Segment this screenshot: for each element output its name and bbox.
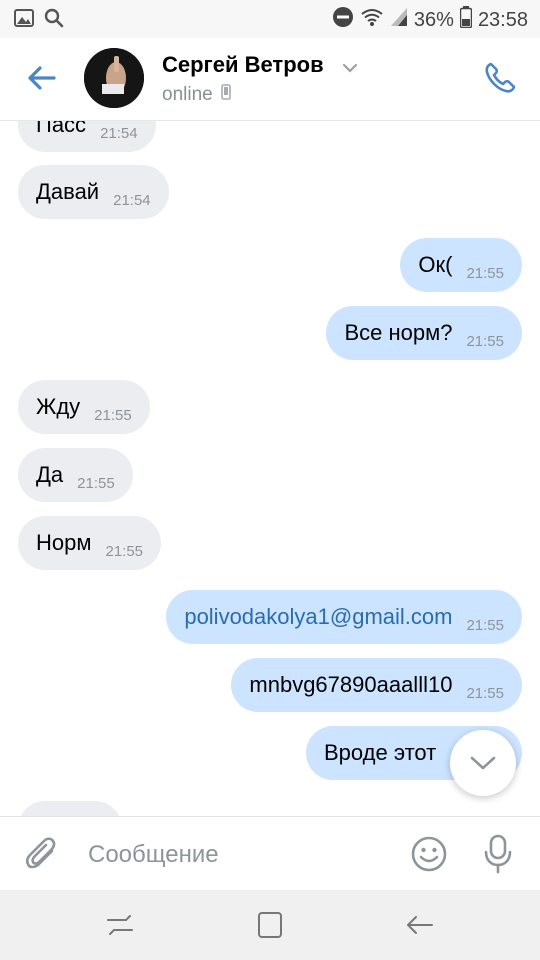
system-navigation-bar bbox=[0, 890, 540, 960]
voice-button[interactable] bbox=[482, 833, 514, 875]
back-nav-icon bbox=[407, 916, 433, 934]
message-time: 21:55 bbox=[466, 264, 504, 282]
message-bubble[interactable]: Пасс 21:54 bbox=[18, 121, 156, 152]
message-text: Ок( bbox=[418, 252, 453, 277]
do-not-disturb-icon bbox=[332, 6, 354, 34]
status-bar-right: 36% 23:58 bbox=[332, 6, 528, 34]
attach-icon bbox=[25, 837, 56, 869]
message-bubble[interactable] bbox=[18, 801, 122, 816]
emoji-button[interactable] bbox=[410, 835, 448, 873]
message-input[interactable] bbox=[86, 835, 390, 875]
phone-icon bbox=[485, 62, 516, 93]
message-bubble[interactable]: Норм 21:55 bbox=[18, 516, 162, 570]
attach-button[interactable] bbox=[24, 835, 60, 873]
message-bubble[interactable]: Давай 21:54 bbox=[18, 165, 169, 219]
back-nav-button[interactable] bbox=[400, 908, 440, 942]
status-bar-left bbox=[14, 8, 64, 33]
contact-name[interactable]: Сергей Ветров bbox=[162, 52, 324, 78]
message-text: Норм bbox=[36, 530, 92, 555]
message-bubble[interactable]: Все норм? 21:55 bbox=[326, 306, 522, 360]
message-text: Да bbox=[36, 462, 64, 487]
home-button[interactable] bbox=[250, 908, 290, 942]
message-time: 21:55 bbox=[466, 332, 504, 350]
message-text: Пасс bbox=[36, 121, 87, 137]
message-list[interactable]: Пасс 21:54 Давай 21:54 Ок( 21:55 Все норм? 2… bbox=[0, 121, 540, 816]
message-text: mnbvg67890aaalll10 bbox=[249, 672, 453, 697]
message-time: 21:54 bbox=[100, 124, 138, 142]
message-text: Давай bbox=[36, 179, 100, 204]
contact-status: online bbox=[162, 84, 231, 106]
message-time: 21:55 bbox=[77, 474, 115, 492]
home-icon bbox=[258, 912, 282, 938]
message-time: 21:55 bbox=[105, 542, 144, 560]
message-bubble[interactable]: Да 21:55 bbox=[18, 448, 133, 502]
message-bubble[interactable]: Жду 21:55 bbox=[18, 380, 150, 434]
battery-icon bbox=[459, 6, 473, 34]
avatar[interactable] bbox=[84, 48, 144, 108]
wifi-icon bbox=[360, 7, 384, 33]
message-bubble[interactable]: mnbvg67890aaalll10 21:55 bbox=[231, 658, 522, 712]
message-composer bbox=[0, 816, 540, 891]
clock: 23:58 bbox=[477, 8, 528, 31]
back-arrow-icon bbox=[28, 66, 56, 90]
message-time: 21:55 bbox=[466, 684, 504, 702]
message-time: 21:55 bbox=[466, 616, 504, 634]
chevron-down-icon[interactable] bbox=[342, 60, 358, 78]
search-icon bbox=[44, 8, 64, 33]
email-link[interactable]: polivodakolya1@gmail.com bbox=[184, 604, 452, 630]
back-button[interactable] bbox=[24, 60, 60, 96]
recent-apps-button[interactable] bbox=[100, 908, 140, 942]
status-bar: 36% 23:58 bbox=[0, 0, 540, 38]
message-text: Жду bbox=[36, 394, 81, 419]
signal-icon bbox=[390, 7, 408, 33]
battery-percent: 36% bbox=[413, 8, 454, 31]
call-button[interactable] bbox=[482, 60, 518, 96]
message-time: 21:55 bbox=[94, 406, 132, 424]
message-text: Вроде этот bbox=[324, 740, 437, 765]
chevron-down-icon bbox=[470, 756, 496, 770]
gallery-icon bbox=[14, 9, 34, 32]
scroll-down-button[interactable] bbox=[450, 730, 516, 796]
chat-header: Сергей Ветров online bbox=[0, 38, 540, 121]
mobile-device-icon bbox=[220, 84, 231, 106]
status-label: online bbox=[162, 84, 213, 105]
emoji-icon bbox=[411, 836, 447, 872]
message-bubble[interactable]: Ок( 21:55 bbox=[400, 238, 522, 292]
recent-apps-icon bbox=[107, 915, 133, 935]
message-text: Все норм? bbox=[344, 320, 453, 345]
mic-icon bbox=[484, 834, 512, 874]
message-time: 21:54 bbox=[113, 191, 151, 209]
message-bubble[interactable]: polivodakolya1@gmail.com 21:55 bbox=[166, 590, 522, 644]
